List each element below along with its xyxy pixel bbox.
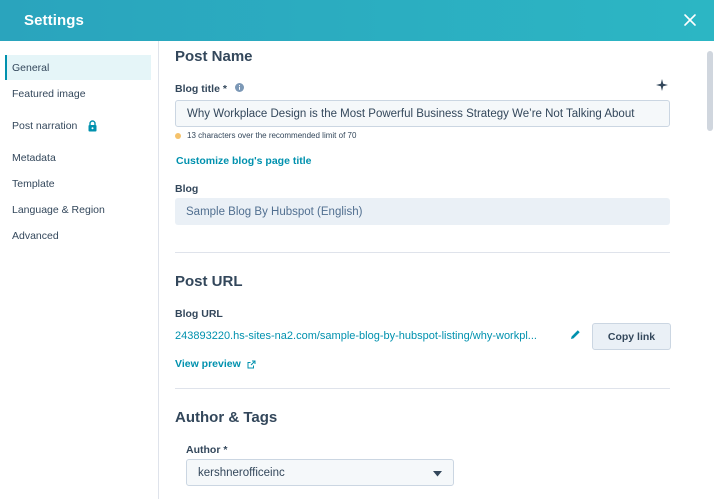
sidebar-item-label: Featured image	[12, 87, 86, 100]
edit-pencil-icon[interactable]	[570, 329, 581, 340]
sidebar-item-featured-image[interactable]: Featured image	[5, 81, 151, 106]
sidebar-item-label: Template	[12, 177, 55, 190]
page-title: Settings	[24, 12, 84, 29]
sidebar-item-language-region[interactable]: Language & Region	[5, 197, 151, 222]
author-label: Author *	[186, 444, 228, 456]
view-preview-link[interactable]: View preview	[175, 358, 256, 370]
settings-sidebar: General Featured image Post narration Me…	[0, 41, 159, 499]
chevron-down-icon	[433, 471, 442, 477]
warning-dot-icon	[175, 132, 181, 139]
settings-header: Settings	[0, 0, 714, 41]
sidebar-item-label: Language & Region	[12, 203, 105, 216]
blog-select-readonly: Sample Blog By Hubspot (English)	[175, 198, 670, 225]
sidebar-item-advanced[interactable]: Advanced	[5, 223, 151, 248]
author-tags-heading: Author & Tags	[175, 409, 278, 426]
post-url-heading: Post URL	[175, 273, 243, 290]
post-name-heading: Post Name	[175, 48, 253, 65]
section-divider	[175, 388, 670, 389]
external-link-icon	[247, 360, 256, 369]
info-icon[interactable]	[234, 83, 244, 95]
sidebar-item-metadata[interactable]: Metadata	[5, 145, 151, 170]
blog-url-link[interactable]: 243893220.hs-sites-na2.com/sample-blog-b…	[175, 330, 537, 342]
sidebar-item-label: Post narration	[12, 119, 78, 132]
view-preview-text: View preview	[175, 358, 241, 370]
blog-title-value: Why Workplace Design is the Most Powerfu…	[187, 107, 635, 120]
sidebar-item-post-narration[interactable]: Post narration	[5, 113, 151, 138]
ai-sparkle-icon[interactable]	[656, 79, 668, 91]
blog-url-label: Blog URL	[175, 308, 223, 320]
blog-value: Sample Blog By Hubspot (English)	[186, 205, 363, 218]
section-divider	[175, 252, 670, 253]
blog-title-label: Blog title *	[175, 83, 244, 95]
sidebar-item-template[interactable]: Template	[5, 171, 151, 196]
author-select[interactable]: kershnerofficeinc	[186, 459, 454, 486]
settings-content: Post Name Blog title * Why Workplace Des…	[159, 41, 714, 499]
close-icon[interactable]	[680, 10, 700, 30]
blog-title-input[interactable]: Why Workplace Design is the Most Powerfu…	[175, 100, 670, 127]
title-length-warning: 13 characters over the recommended limit…	[175, 131, 356, 140]
sidebar-item-label: General	[12, 61, 50, 74]
copy-link-button[interactable]: Copy link	[592, 323, 671, 350]
sidebar-item-label: Advanced	[12, 229, 59, 242]
customize-page-title-link[interactable]: Customize blog's page title	[176, 155, 312, 167]
lock-icon	[87, 119, 98, 132]
sidebar-item-general[interactable]: General	[5, 55, 151, 80]
author-value: kershnerofficeinc	[198, 466, 285, 479]
sidebar-item-label: Metadata	[12, 151, 56, 164]
blog-label: Blog	[175, 183, 199, 195]
scrollbar[interactable]	[707, 51, 713, 131]
blog-title-label-text: Blog title *	[175, 83, 227, 95]
warning-text: 13 characters over the recommended limit…	[187, 131, 357, 140]
